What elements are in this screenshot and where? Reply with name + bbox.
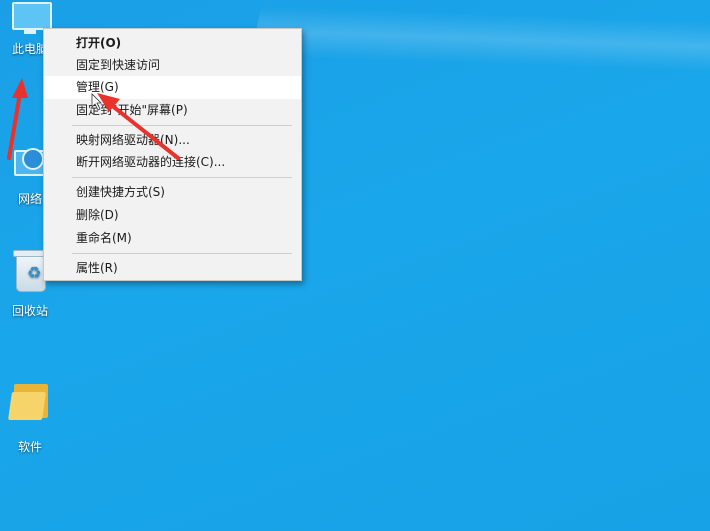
menu-item-manage[interactable]: 管理(G) [44, 76, 301, 99]
menu-item-disconnect-network-drive[interactable]: 断开网络驱动器的连接(C)... [44, 151, 301, 174]
menu-item-create-shortcut[interactable]: 创建快捷方式(S) [44, 181, 301, 204]
desktop-icon-label: 回收站 [11, 304, 48, 318]
wallpaper-light-beam [249, 0, 710, 173]
menu-separator [72, 177, 292, 178]
folder-icon [8, 382, 50, 434]
menu-item-properties[interactable]: 属性(R) [44, 257, 301, 280]
desktop-icon-software-folder[interactable]: 软件 [0, 382, 60, 455]
menu-separator [72, 253, 292, 254]
context-menu: 打开(O) 固定到快速访问 管理(G) 固定到"开始"屏幕(P) 映射网络驱动器… [43, 28, 302, 281]
menu-item-pin-quick-access[interactable]: 固定到快速访问 [44, 54, 301, 77]
desktop-icon-label: 软件 [17, 440, 42, 454]
menu-item-delete[interactable]: 删除(D) [44, 204, 301, 227]
menu-item-map-network-drive[interactable]: 映射网络驱动器(N)... [44, 129, 301, 152]
menu-separator [72, 125, 292, 126]
menu-item-pin-start[interactable]: 固定到"开始"屏幕(P) [44, 99, 301, 122]
menu-item-rename[interactable]: 重命名(M) [44, 227, 301, 250]
menu-item-open[interactable]: 打开(O) [44, 32, 301, 55]
